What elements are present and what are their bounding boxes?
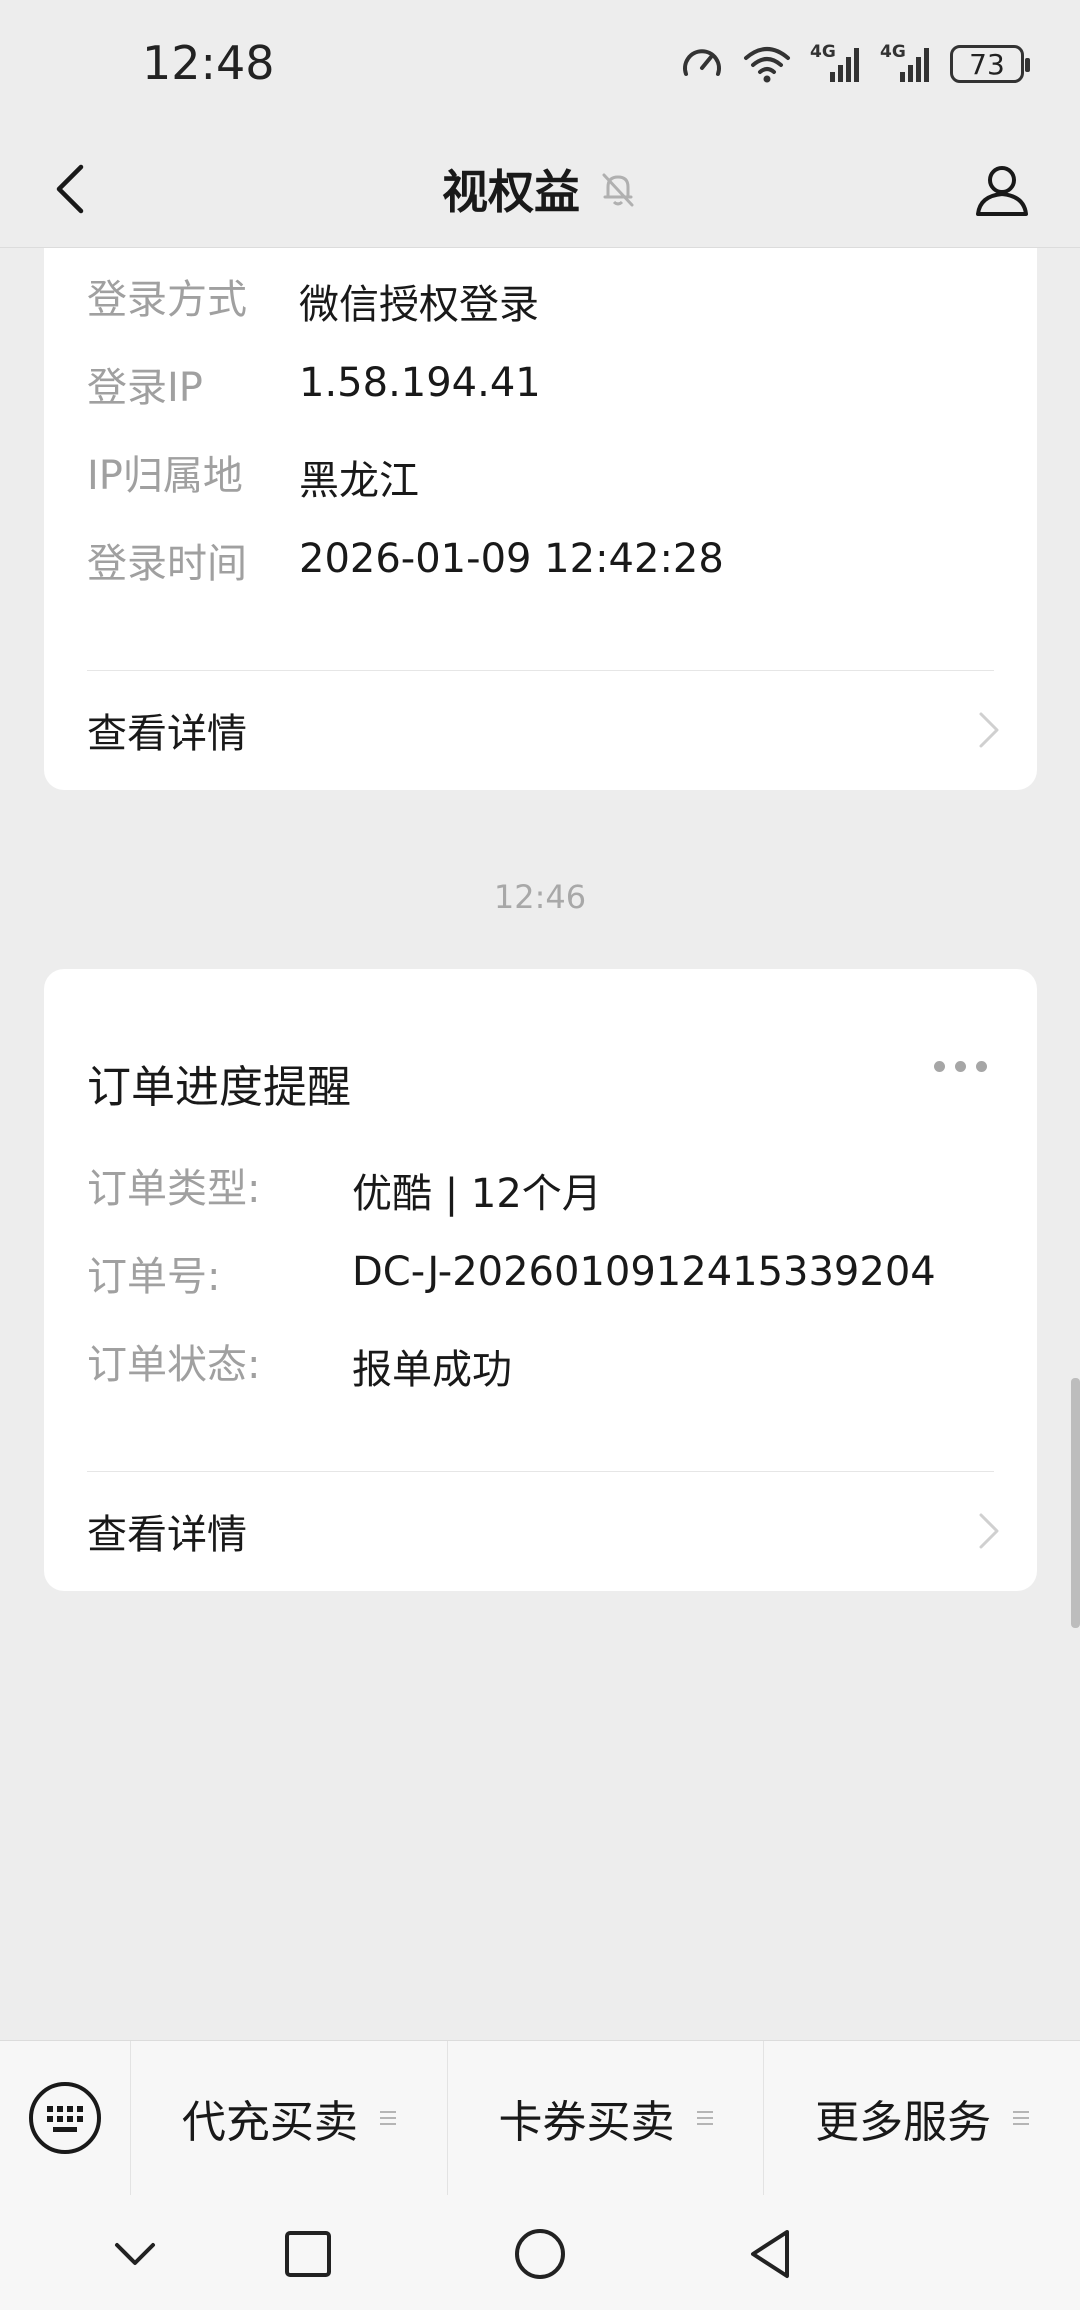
info-value: DC-J-20260109124153392​04: [352, 1249, 936, 1295]
info-value: 优酷 | 12个月: [352, 1171, 602, 1217]
info-value: 1.58.194.41: [299, 360, 541, 406]
message-timestamp: 12:46: [493, 878, 587, 916]
chevron-right-icon: [979, 712, 999, 748]
menu-item-recharge-trade[interactable]: 代充买卖: [130, 2040, 447, 2196]
keyboard-toggle-button[interactable]: [0, 2041, 130, 2196]
info-row-order-number: 订单号:: [87, 1243, 220, 1303]
square-icon: [285, 2231, 331, 2277]
battery-level: 73: [969, 47, 1005, 81]
status-icons: 4G 4G 73: [680, 38, 1030, 90]
signal-1: 4G: [810, 42, 862, 86]
battery-icon: 73: [950, 45, 1030, 83]
system-nav-bar: [0, 2195, 1080, 2310]
more-dot-icon: [955, 1061, 966, 1072]
info-key: 登录方式: [87, 277, 247, 323]
mute-bell-icon: [602, 173, 634, 207]
info-row-login-time: 登录时间: [87, 530, 247, 590]
order-progress-card: 订单进度提醒 订单类型: 优酷 | 12个月 订单号: DC-J-2026010…: [44, 969, 1037, 1591]
info-row-order-status: 订单状态:: [87, 1331, 260, 1391]
info-key: 订单号:: [87, 1254, 221, 1300]
card-divider: [87, 670, 994, 671]
more-dot-icon: [934, 1061, 945, 1072]
info-value: 2026-01-09 12:42:28: [299, 536, 724, 582]
system-recents-button[interactable]: [273, 2219, 343, 2289]
signal-icon-2: [900, 48, 929, 82]
login-notice-card: 登录方式 微信授权登录 登录IP 1.58.194.41 IP归属地 黑龙江 登…: [44, 248, 1037, 790]
profile-button[interactable]: [964, 152, 1040, 228]
system-home-button[interactable]: [505, 2219, 575, 2289]
info-row-login-method: 登录方式: [87, 266, 247, 326]
info-value: 黑龙江: [299, 458, 419, 504]
triangle-back-icon: [751, 2230, 789, 2278]
status-time: 12:48: [142, 36, 275, 90]
menu-label: 代充买卖: [181, 2097, 358, 2148]
info-key: IP归属地: [87, 453, 243, 499]
menu-item-more-services[interactable]: 更多服务: [763, 2040, 1080, 2196]
more-dot-icon: [976, 1061, 987, 1072]
menu-label: 卡券买卖: [498, 2097, 675, 2148]
info-row-ip-location: IP归属地: [87, 442, 243, 502]
nav-bar: 视权益: [0, 130, 1080, 248]
scrollbar[interactable]: [1071, 1378, 1080, 1628]
card-divider: [87, 1471, 994, 1472]
chat-area[interactable]: 登录方式 微信授权登录 登录IP 1.58.194.41 IP归属地 黑龙江 登…: [0, 248, 1080, 2040]
card-title: 订单进度提醒: [87, 1062, 351, 1113]
view-details-link[interactable]: 查看详情: [87, 1491, 1001, 1571]
system-back-button[interactable]: [735, 2219, 805, 2289]
info-key: 登录IP: [87, 365, 203, 411]
more-button[interactable]: [934, 1061, 987, 1072]
service-menu-bar: 代充买卖 卡券买卖 更多服务: [0, 2040, 1080, 2196]
view-details-link[interactable]: 查看详情: [87, 690, 1001, 770]
info-row-login-ip: 登录IP: [87, 354, 203, 414]
nav-title-wrap: 视权益: [0, 130, 1080, 248]
info-value: 报单成功: [352, 1347, 512, 1393]
info-key: 订单类型:: [87, 1166, 261, 1212]
speed-icon: [683, 49, 721, 76]
chevron-down-icon: [115, 2243, 155, 2265]
menu-label: 更多服务: [815, 2097, 992, 2148]
person-icon: [976, 166, 1028, 216]
view-details-label: 查看详情: [87, 711, 247, 757]
signal-2: 4G: [880, 42, 932, 86]
info-key: 登录时间: [87, 541, 247, 587]
keyboard-icon: [29, 2082, 101, 2154]
info-key: 订单状态:: [87, 1342, 261, 1388]
menu-lines-icon: [696, 2111, 713, 2125]
view-details-label: 查看详情: [87, 1512, 247, 1558]
menu-lines-icon: [379, 2111, 396, 2125]
system-down-button[interactable]: [100, 2219, 170, 2289]
info-value: 微信授权登录: [299, 282, 539, 328]
menu-item-voucher-trade[interactable]: 卡券买卖: [446, 2040, 764, 2196]
wifi-icon: [744, 47, 790, 83]
info-row-order-type: 订单类型:: [87, 1155, 260, 1215]
menu-lines-icon: [1013, 2111, 1030, 2125]
status-bar: 12:48 4G 4G 73: [0, 0, 1080, 130]
circle-icon: [515, 2229, 565, 2279]
signal-icon-1: [830, 48, 859, 82]
page-title: 视权益: [442, 165, 580, 219]
chevron-right-icon: [979, 1513, 999, 1549]
